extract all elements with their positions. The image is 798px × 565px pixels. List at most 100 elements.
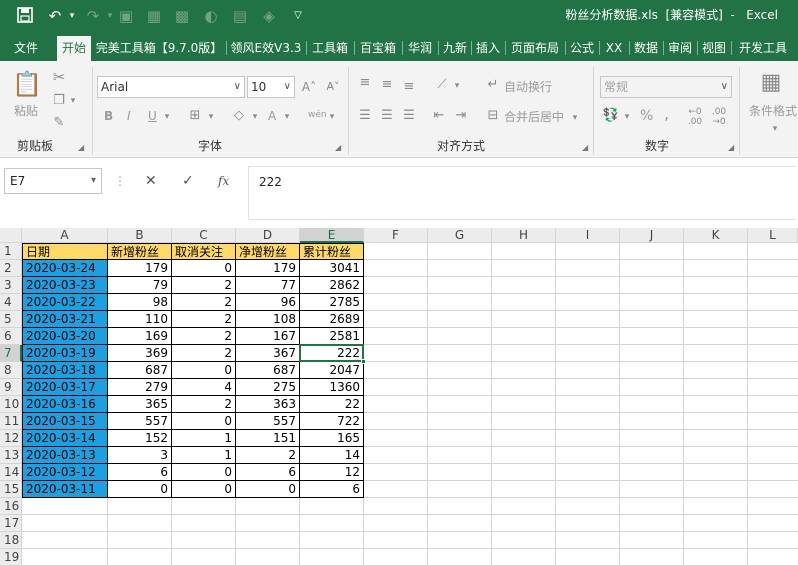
value-cell[interactable]: 722 bbox=[300, 413, 364, 430]
value-cell[interactable]: 77 bbox=[236, 277, 300, 294]
value-cell[interactable]: 2 bbox=[172, 311, 236, 328]
date-cell[interactable]: 2020-03-14 bbox=[22, 430, 108, 447]
underline-button[interactable]: U bbox=[148, 108, 157, 124]
align-left-icon[interactable]: ☰ bbox=[356, 108, 374, 124]
undo-icon[interactable]: ↶ bbox=[44, 6, 66, 26]
tab-jiuxin[interactable]: 九新 bbox=[440, 36, 470, 61]
align-bottom-icon[interactable]: ≡ bbox=[400, 79, 418, 95]
value-cell[interactable]: 2 bbox=[172, 345, 236, 362]
value-cell[interactable]: 0 bbox=[172, 362, 236, 379]
column-header-g[interactable]: G bbox=[428, 228, 492, 243]
align-middle-icon[interactable]: ≡ bbox=[378, 77, 396, 93]
select-all-corner[interactable] bbox=[0, 228, 22, 243]
value-cell[interactable]: 98 bbox=[108, 294, 172, 311]
paste-icon[interactable]: 📋 bbox=[12, 69, 42, 99]
row-header-11[interactable]: 11 bbox=[0, 413, 22, 430]
orientation-dropdown-icon[interactable]: ▾ bbox=[452, 78, 462, 94]
font-name-select[interactable]: Arial ∨ bbox=[97, 76, 245, 98]
tab-page-layout[interactable]: 页面布局 bbox=[507, 36, 563, 61]
bold-button[interactable]: B bbox=[104, 108, 113, 124]
column-header-e[interactable]: E bbox=[300, 228, 364, 243]
value-cell[interactable]: 222 bbox=[300, 345, 364, 362]
value-cell[interactable]: 557 bbox=[236, 413, 300, 430]
value-cell[interactable]: 110 bbox=[108, 311, 172, 328]
row-header-3[interactable]: 3 bbox=[0, 277, 22, 294]
date-cell[interactable]: 2020-03-17 bbox=[22, 379, 108, 396]
column-header-d[interactable]: D bbox=[236, 228, 300, 243]
value-cell[interactable]: 557 bbox=[108, 413, 172, 430]
increase-decimal-icon[interactable]: ←0.00 bbox=[686, 107, 704, 127]
row-header-1[interactable]: 1 bbox=[0, 243, 22, 260]
value-cell[interactable]: 79 bbox=[108, 277, 172, 294]
copy-dropdown-icon[interactable]: ▾ bbox=[68, 93, 78, 109]
comma-button[interactable]: , bbox=[664, 106, 669, 122]
value-cell[interactable]: 2862 bbox=[300, 277, 364, 294]
row-header-5[interactable]: 5 bbox=[0, 311, 22, 328]
date-cell[interactable]: 2020-03-21 bbox=[22, 311, 108, 328]
border-dropdown-icon[interactable]: ▾ bbox=[206, 109, 216, 125]
value-cell[interactable]: 6 bbox=[236, 464, 300, 481]
value-cell[interactable]: 169 bbox=[108, 328, 172, 345]
tab-lingfeng[interactable]: 领风E效V3.3 bbox=[228, 36, 304, 61]
insert-function-icon[interactable]: fx bbox=[218, 172, 229, 190]
tab-xx[interactable]: XX bbox=[601, 36, 627, 61]
percent-button[interactable]: % bbox=[640, 108, 653, 124]
row-header-13[interactable]: 13 bbox=[0, 447, 22, 464]
row-header-4[interactable]: 4 bbox=[0, 294, 22, 311]
value-cell[interactable]: 167 bbox=[236, 328, 300, 345]
row-header-18[interactable]: 18 bbox=[0, 532, 22, 549]
value-cell[interactable]: 2 bbox=[172, 277, 236, 294]
header-cell[interactable]: 取消关注 bbox=[172, 243, 236, 260]
tab-huarun[interactable]: 华润 bbox=[404, 36, 436, 61]
font-size-select[interactable]: 10 ∨ bbox=[247, 76, 295, 98]
date-cell[interactable]: 2020-03-16 bbox=[22, 396, 108, 413]
conditional-format-icon[interactable]: ▦ bbox=[758, 69, 784, 97]
date-cell[interactable]: 2020-03-12 bbox=[22, 464, 108, 481]
row-header-14[interactable]: 14 bbox=[0, 464, 22, 481]
value-cell[interactable]: 2 bbox=[172, 396, 236, 413]
formula-input[interactable]: 222 bbox=[248, 166, 796, 220]
tab-insert[interactable]: 插入 bbox=[473, 36, 503, 61]
accounting-icon[interactable]: 💱 bbox=[602, 108, 620, 124]
tab-toolbox[interactable]: 工具箱 bbox=[308, 36, 352, 61]
tab-view[interactable]: 视图 bbox=[699, 36, 729, 61]
clear-icon[interactable]: ◈ bbox=[259, 6, 279, 26]
column-header-i[interactable]: I bbox=[556, 228, 620, 243]
header-cell[interactable]: 新增粉丝 bbox=[108, 243, 172, 260]
column-header-l[interactable]: L bbox=[748, 228, 798, 243]
phonetic-dropdown-icon[interactable]: ▾ bbox=[327, 109, 337, 125]
conditional-dropdown-icon[interactable]: ▾ bbox=[770, 121, 780, 137]
number-format-select[interactable]: 常规 ∨ bbox=[600, 76, 732, 98]
value-cell[interactable]: 6 bbox=[300, 481, 364, 498]
italic-button[interactable]: I bbox=[127, 108, 131, 124]
tab-file[interactable]: 文件 bbox=[4, 36, 48, 61]
redo-dropdown-icon[interactable]: ▾ bbox=[104, 6, 116, 26]
value-cell[interactable]: 0 bbox=[172, 260, 236, 277]
save-icon[interactable] bbox=[14, 6, 36, 26]
fill-handle[interactable] bbox=[361, 359, 366, 364]
value-cell[interactable]: 108 bbox=[236, 311, 300, 328]
date-cell[interactable]: 2020-03-19 bbox=[22, 345, 108, 362]
table-icon[interactable]: ▦ bbox=[144, 6, 164, 26]
clipboard-launcher-icon[interactable]: ◢ bbox=[78, 143, 84, 152]
value-cell[interactable]: 2 bbox=[172, 294, 236, 311]
value-cell[interactable]: 687 bbox=[108, 362, 172, 379]
tab-data[interactable]: 数据 bbox=[631, 36, 661, 61]
phonetic-button[interactable]: wén bbox=[308, 107, 327, 123]
wrap-text-icon[interactable]: ↵ bbox=[484, 77, 502, 93]
align-right-icon[interactable]: ☰ bbox=[400, 108, 418, 124]
conditional-format-button[interactable]: 条件格式 bbox=[749, 103, 797, 119]
value-cell[interactable]: 365 bbox=[108, 396, 172, 413]
align-center-icon[interactable]: ☰ bbox=[378, 108, 396, 124]
value-cell[interactable]: 6 bbox=[108, 464, 172, 481]
value-cell[interactable]: 1 bbox=[172, 430, 236, 447]
worksheet-grid[interactable]: A B C D E F G H I J K L 1 2 3 4 5 6 7 8 9 10 11 12 13 14 15 16 17 18 1… bbox=[0, 228, 798, 565]
value-cell[interactable]: 4 bbox=[172, 379, 236, 396]
undo-dropdown-icon[interactable]: ▾ bbox=[66, 6, 78, 26]
redo-icon[interactable]: ↷ bbox=[82, 6, 104, 26]
value-cell[interactable]: 165 bbox=[300, 430, 364, 447]
date-cell[interactable]: 2020-03-23 bbox=[22, 277, 108, 294]
value-cell[interactable]: 22 bbox=[300, 396, 364, 413]
border-icon[interactable]: ⊞ bbox=[186, 108, 204, 124]
date-cell[interactable]: 2020-03-15 bbox=[22, 413, 108, 430]
